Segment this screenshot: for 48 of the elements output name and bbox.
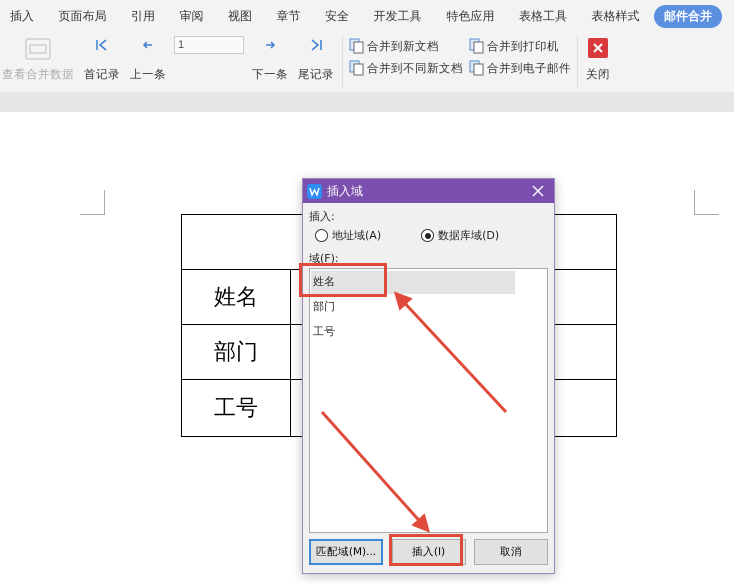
radio-button[interactable] [315, 229, 328, 242]
document-icon [349, 38, 365, 54]
menu-tab[interactable]: 开发工具 [364, 4, 432, 28]
list-item[interactable]: 部门 [311, 296, 515, 319]
menu-tab[interactable]: 视图 [218, 4, 262, 28]
previous-record-button[interactable]: 上一条 [130, 67, 166, 82]
radio-button[interactable] [421, 229, 434, 242]
insert-label: 插入: [309, 209, 336, 224]
close-button[interactable]: 关闭 [586, 67, 610, 82]
menu-tab[interactable]: 插入 [0, 4, 44, 28]
radio-label[interactable]: 数据库域(D) [438, 228, 500, 243]
next-record-button[interactable]: 下一条 [252, 67, 288, 82]
menu-tab[interactable]: 页面布局 [48, 4, 117, 28]
margin-corner-mark [694, 190, 719, 215]
menu-tab[interactable]: 审阅 [170, 4, 214, 28]
document-icon [469, 60, 485, 76]
app-logo-icon [307, 184, 322, 198]
document-icon [349, 60, 365, 76]
menu-tab[interactable]: 章节 [266, 4, 311, 28]
margin-corner-mark [80, 190, 105, 215]
last-record-button[interactable]: 尾记录 [298, 67, 334, 82]
field-icon [25, 38, 51, 60]
menu-tab[interactable]: 安全 [315, 4, 360, 28]
dialog-button[interactable]: 匹配域(M)... [309, 539, 383, 565]
table-cell: 工号 [182, 380, 291, 436]
menu-tab[interactable]: 特色应用 [436, 4, 504, 28]
menu-tab[interactable]: 表格工具 [508, 4, 577, 28]
close-icon[interactable] [532, 185, 544, 197]
radio-label[interactable]: 地址域(A) [332, 228, 382, 243]
first-record-icon [95, 38, 109, 52]
table-cell: 部门 [182, 325, 291, 379]
merge-button[interactable]: 合并到新文档 [367, 38, 439, 54]
merge-button[interactable]: 合并到电子邮件 [487, 60, 571, 76]
merge-button[interactable]: 合并到打印机 [487, 38, 559, 54]
menu-tab[interactable]: 引用 [121, 4, 166, 28]
list-item[interactable]: 姓名 [311, 271, 515, 294]
merge-button[interactable]: 合并到不同新文档 [367, 60, 463, 76]
dialog-title: 插入域 [327, 182, 364, 200]
list-item[interactable]: 工号 [311, 321, 515, 344]
last-record-icon [309, 38, 323, 52]
record-number-field[interactable]: 1 [174, 36, 244, 54]
first-record-button[interactable]: 首记录 [84, 67, 120, 82]
document-icon [469, 38, 485, 54]
menu-tab[interactable]: 表格样式 [581, 4, 650, 28]
table-cell: 姓名 [182, 270, 291, 324]
close-icon [588, 38, 608, 58]
fields-label: 域(F): [309, 251, 340, 266]
dialog-button[interactable]: 取消 [474, 539, 548, 565]
